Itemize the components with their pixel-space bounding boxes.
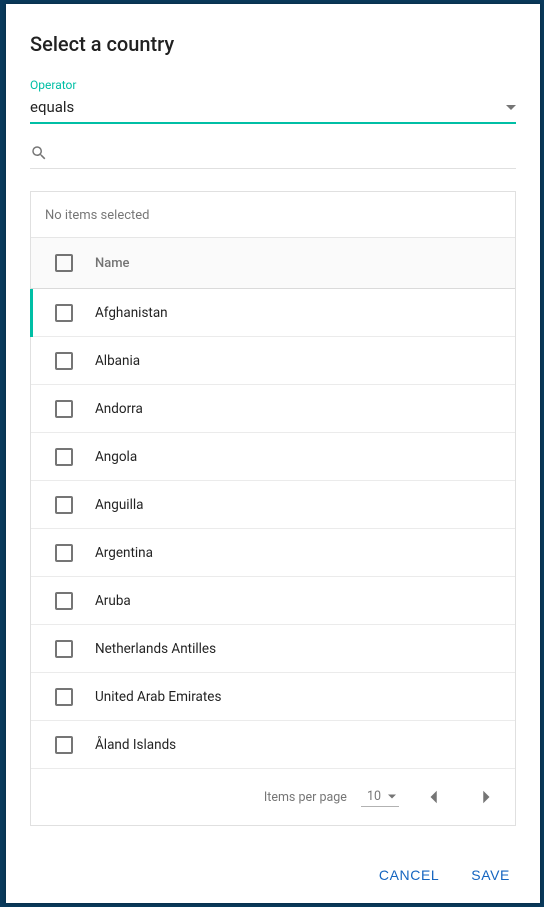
row-label: Netherlands Antilles (95, 641, 216, 657)
table-row[interactable]: Åland Islands (31, 721, 515, 769)
chevron-down-icon (506, 105, 516, 110)
row-label: Argentina (95, 545, 153, 561)
dialog-content: Select a country Operator equals No item… (6, 4, 540, 847)
row-label: Andorra (95, 401, 143, 417)
pagination: Items per page 10 (31, 769, 515, 825)
row-checkbox[interactable] (55, 640, 73, 658)
table-row[interactable]: Afghanistan (31, 289, 515, 337)
row-checkbox[interactable] (55, 688, 73, 706)
table-row[interactable]: Angola (31, 433, 515, 481)
operator-field: Operator equals (30, 78, 516, 124)
row-checkbox[interactable] (55, 496, 73, 514)
chevron-right-icon (482, 789, 492, 805)
table-row[interactable]: Argentina (31, 529, 515, 577)
row-label: Albania (95, 353, 140, 369)
operator-value: equals (30, 98, 74, 116)
operator-select[interactable]: equals (30, 94, 516, 124)
chevron-left-icon (428, 789, 438, 805)
save-button[interactable]: Save (459, 859, 522, 891)
row-checkbox[interactable] (55, 544, 73, 562)
dialog-actions: Cancel Save (6, 847, 540, 903)
row-label: Angola (95, 449, 137, 465)
next-page-button[interactable] (467, 777, 507, 817)
row-checkbox[interactable] (55, 592, 73, 610)
row-label: Aruba (95, 593, 131, 609)
row-checkbox[interactable] (55, 352, 73, 370)
table-row[interactable]: Netherlands Antilles (31, 625, 515, 673)
row-checkbox[interactable] (55, 304, 73, 322)
select-all-checkbox[interactable] (55, 254, 73, 272)
row-label: Anguilla (95, 497, 143, 513)
page-size-select[interactable]: 10 (361, 787, 399, 807)
table-row[interactable]: Anguilla (31, 481, 515, 529)
dialog-title: Select a country (30, 32, 516, 56)
page-size-value: 10 (367, 789, 381, 804)
row-label: United Arab Emirates (95, 689, 221, 705)
selection-panel: No items selected Name Afghanistan Alban… (30, 191, 516, 826)
row-checkbox[interactable] (55, 400, 73, 418)
search-icon (30, 144, 48, 162)
table-row[interactable]: Aruba (31, 577, 515, 625)
search-input[interactable] (60, 145, 516, 161)
items-per-page-label: Items per page (264, 790, 347, 805)
table-row[interactable]: United Arab Emirates (31, 673, 515, 721)
country-selector-dialog: Select a country Operator equals No item… (6, 4, 540, 903)
prev-page-button[interactable] (413, 777, 453, 817)
operator-label: Operator (30, 78, 516, 92)
row-checkbox[interactable] (55, 448, 73, 466)
cancel-button[interactable]: Cancel (367, 859, 451, 891)
row-checkbox[interactable] (55, 736, 73, 754)
table-row[interactable]: Andorra (31, 385, 515, 433)
column-header-name: Name (95, 256, 130, 271)
table-header: Name (31, 237, 515, 289)
chevron-down-icon (388, 795, 396, 799)
search-field[interactable] (30, 144, 516, 169)
row-label: Åland Islands (95, 737, 176, 753)
selection-status: No items selected (31, 192, 515, 237)
table-row[interactable]: Albania (31, 337, 515, 385)
row-label: Afghanistan (95, 305, 168, 321)
